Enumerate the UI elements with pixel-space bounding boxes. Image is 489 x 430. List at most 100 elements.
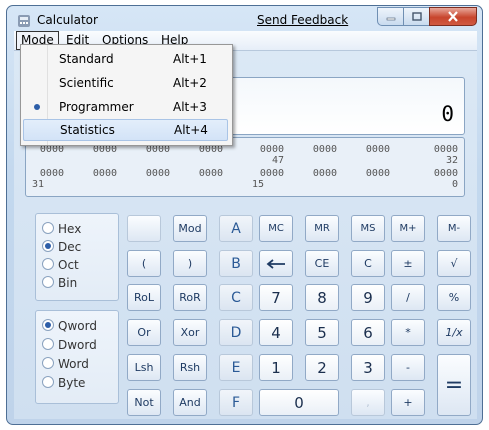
key-6[interactable]: 6 [351, 319, 385, 346]
key-or[interactable]: Or [127, 319, 161, 346]
menu-item-label: Scientific [59, 76, 114, 90]
key-4[interactable]: 4 [259, 319, 293, 346]
key-close-paren[interactable]: ) [173, 250, 207, 277]
menu-item-label: Programmer [59, 100, 134, 114]
key-right-shift[interactable]: Rsh [173, 354, 207, 381]
radio-bin[interactable]: Bin [42, 274, 77, 292]
selected-bullet-icon [34, 104, 40, 110]
key-8[interactable]: 8 [305, 284, 339, 311]
bit-group: 0000 [312, 168, 337, 179]
key-9[interactable]: 9 [351, 284, 385, 311]
bit-group: 0000 [365, 144, 390, 155]
mode-menu-dropdown: Standard Alt+1 Scientific Alt+2 Programm… [20, 44, 233, 146]
key-2[interactable]: 2 [305, 354, 339, 381]
key-memory-subtract[interactable]: M- [437, 215, 471, 242]
bit-group: 0000 [145, 168, 170, 179]
key-decimal[interactable]: , [351, 389, 385, 416]
radio-hex[interactable]: Hex [42, 220, 81, 238]
bit-group: 0000 0 [433, 168, 458, 190]
key-hex-e[interactable]: E [219, 354, 253, 381]
bit-group: 0000 [198, 168, 223, 179]
radio-dec[interactable]: Dec [42, 238, 81, 256]
menu-item-programmer[interactable]: Programmer Alt+3 [23, 96, 228, 118]
menu-item-statistics[interactable]: Statistics Alt+4 [23, 119, 228, 141]
radio-word[interactable]: Word [42, 355, 89, 373]
key-memory-recall[interactable]: MR [305, 215, 339, 242]
key-rotate-left[interactable]: RoL [127, 284, 161, 311]
menu-item-standard[interactable]: Standard Alt+1 [23, 48, 228, 70]
bit-group: 0000 32 [433, 144, 458, 166]
close-icon [448, 11, 458, 22]
key-xor[interactable]: Xor [173, 319, 207, 346]
bit-row-lower: 0000 31 0000 0000 0000 0000 15 0000 0000 0… [32, 168, 458, 192]
radio-oct[interactable]: Oct [42, 256, 79, 274]
key-memory-add[interactable]: M+ [391, 215, 425, 242]
bit-row-upper: 0000 0000 0000 0000 0000 47 0000 0000 000… [32, 144, 458, 168]
key-hex-a[interactable]: A [219, 215, 253, 242]
bit-display: 0000 0000 0000 0000 0000 47 0000 0000 000… [25, 137, 465, 197]
key-7[interactable]: 7 [259, 284, 293, 311]
key-backspace[interactable] [259, 250, 293, 277]
key-mod[interactable]: Mod [173, 215, 207, 242]
radio-circle-icon [42, 338, 54, 350]
maximize-button[interactable] [403, 7, 430, 26]
key-5[interactable]: 5 [305, 319, 339, 346]
key-clear[interactable]: C [351, 250, 385, 277]
radio-circle-icon [42, 357, 54, 369]
menu-item-shortcut: Alt+1 [173, 52, 207, 66]
key-0[interactable]: 0 [259, 389, 339, 416]
key-memory-store[interactable]: MS [351, 215, 385, 242]
key-and[interactable]: And [173, 389, 207, 416]
radio-dword[interactable]: Dword [42, 336, 97, 354]
key-rotate-right[interactable]: RoR [173, 284, 207, 311]
key-not[interactable]: Not [127, 389, 161, 416]
menu-item-label: Statistics [60, 123, 115, 137]
key-equals[interactable]: = [437, 354, 471, 416]
key-subtract[interactable]: - [391, 354, 425, 381]
key-reciprocal[interactable]: 1/x [437, 319, 471, 346]
menu-item-label: Standard [59, 52, 114, 66]
key-clear-entry[interactable]: CE [305, 250, 339, 277]
radio-circle-icon [42, 276, 54, 288]
maximize-icon [411, 12, 422, 21]
menu-item-shortcut: Alt+3 [173, 100, 207, 114]
key-open-paren[interactable]: ( [127, 250, 161, 277]
window-title: Calculator [37, 13, 98, 27]
bit-group: 0000 [312, 144, 337, 155]
key-divide[interactable]: / [391, 284, 425, 311]
key-hex-c[interactable]: C [219, 284, 253, 311]
radio-circle-icon [42, 222, 54, 234]
key-percent[interactable]: % [437, 284, 471, 311]
bit-group: 0000 15 [252, 168, 284, 190]
key-memory-clear[interactable]: MC [259, 215, 293, 242]
backspace-arrow-icon [266, 258, 285, 269]
key-blank [127, 215, 161, 242]
radio-circle-icon [42, 258, 54, 270]
calculator-app-icon [18, 15, 30, 27]
number-base-group: Hex Dec Oct Bin [35, 213, 119, 301]
menu-item-shortcut: Alt+4 [174, 123, 208, 137]
minimize-icon [386, 17, 395, 20]
key-1[interactable]: 1 [259, 354, 293, 381]
key-multiply[interactable]: * [391, 319, 425, 346]
key-hex-b[interactable]: B [219, 250, 253, 277]
close-button[interactable] [429, 7, 477, 26]
bit-group: 0000 [92, 168, 117, 179]
key-negate[interactable]: ± [391, 250, 425, 277]
key-left-shift[interactable]: Lsh [127, 354, 161, 381]
key-square-root[interactable]: √ [437, 250, 471, 277]
word-size-group: Qword Dword Word Byte [35, 310, 119, 404]
bit-group: 0000 [365, 168, 390, 179]
radio-qword[interactable]: Qword [42, 317, 97, 335]
display-value: 0 [441, 102, 454, 126]
menu-item-shortcut: Alt+2 [173, 76, 207, 90]
radio-byte[interactable]: Byte [42, 374, 85, 392]
key-3[interactable]: 3 [351, 354, 385, 381]
bit-group: 0000 31 [32, 168, 64, 190]
key-add[interactable]: + [391, 389, 425, 416]
send-feedback-link[interactable]: Send Feedback [257, 13, 348, 27]
key-hex-f[interactable]: F [219, 389, 253, 416]
menu-item-scientific[interactable]: Scientific Alt+2 [23, 72, 228, 94]
key-hex-d[interactable]: D [219, 319, 253, 346]
minimize-button[interactable] [377, 7, 404, 26]
